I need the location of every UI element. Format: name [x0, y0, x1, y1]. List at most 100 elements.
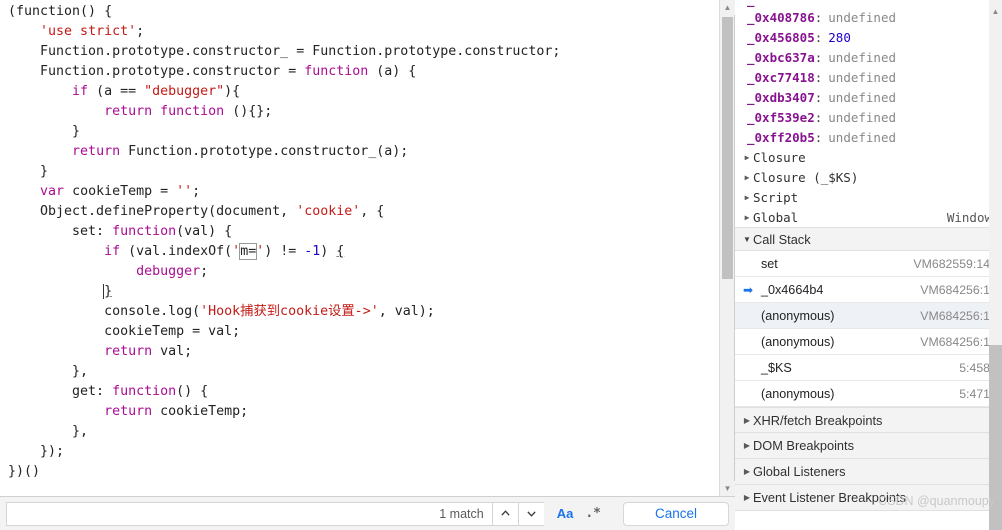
scroll-up-arrow-icon[interactable]: ▲: [720, 0, 735, 15]
code-token: ;: [136, 24, 145, 39]
code-token: },: [8, 424, 89, 439]
code-token: console.log(: [8, 304, 201, 319]
code-token: function: [160, 104, 225, 119]
code-token: get:: [8, 384, 113, 399]
code-line: console.log('Hook捕获到cookie设置->', val);: [8, 302, 734, 322]
scope-variable-colon: :: [814, 49, 823, 65]
triangle-right-icon[interactable]: ▶: [741, 193, 753, 202]
code-token: (){};: [224, 104, 273, 119]
cancel-button[interactable]: Cancel: [623, 501, 729, 526]
triangle-right-icon[interactable]: ▶: [741, 416, 753, 425]
sidebar-scroll-thumb[interactable]: [989, 345, 1002, 530]
sidebar-scroll-up-arrow-icon[interactable]: ▲: [989, 0, 1002, 22]
triangle-right-icon[interactable]: ▶: [741, 153, 753, 162]
call-stack-function-name: (anonymous): [761, 308, 835, 323]
code-line: return val;: [8, 342, 734, 362]
scope-variable-name: _0x456805: [747, 29, 815, 45]
search-match-highlight: m=: [239, 243, 258, 260]
call-stack-frame[interactable]: set VM682559:14: [735, 251, 1002, 277]
code-token: function: [304, 64, 369, 79]
code-token: return: [72, 144, 121, 159]
code-line: if (val.indexOf('m=') != -1) {: [8, 242, 734, 262]
scope-group-row[interactable]: ▶ Global Window: [735, 207, 1002, 227]
code-token: if: [104, 244, 121, 259]
scope-group-label: Global: [753, 209, 799, 225]
breakpoint-section-label: XHR/fetch Breakpoints: [753, 412, 883, 428]
code-token: () {: [176, 384, 209, 399]
code-line: return cookieTemp;: [8, 402, 734, 422]
source-editor-pane: (function() { 'use strict'; Function.pro…: [0, 0, 735, 530]
search-next-button[interactable]: [517, 501, 544, 526]
match-case-toggle[interactable]: Aa: [557, 506, 574, 521]
scope-group-row[interactable]: ▶ Closure: [735, 147, 1002, 167]
scope-variable-row[interactable]: _0x456805:280: [735, 27, 1002, 47]
scope-variable-row[interactable]: _0xc77418: undefined: [735, 67, 1002, 87]
breakpoint-section-header[interactable]: ▶ XHR/fetch Breakpoints: [735, 407, 1002, 433]
code-token: }: [8, 124, 81, 139]
code-token: return: [104, 404, 153, 419]
triangle-right-icon[interactable]: ▶: [741, 493, 753, 502]
code-token: ': [232, 244, 241, 259]
scope-variable-row[interactable]: _0x408786: undefined: [735, 7, 1002, 27]
source-code-viewer[interactable]: (function() { 'use strict'; Function.pro…: [0, 0, 734, 530]
code-token: })(): [8, 464, 41, 479]
scope-variable-row[interactable]: _0xbc637a: undefined: [735, 47, 1002, 67]
code-token: ;: [200, 264, 209, 279]
triangle-right-icon[interactable]: ▶: [741, 441, 753, 450]
code-token: var: [40, 184, 65, 199]
code-cursor-token: }: [103, 284, 113, 299]
scope-variable-colon: :: [814, 89, 823, 105]
scope-variable-row[interactable]: _0xf539e2: undefined: [735, 107, 1002, 127]
editor-vertical-scrollbar[interactable]: ▲ ▼: [719, 0, 735, 496]
triangle-right-icon[interactable]: ▶: [741, 213, 753, 222]
search-input[interactable]: [6, 501, 436, 526]
breakpoint-section-label: Event Listener Breakpoints: [753, 490, 906, 505]
call-stack-frame[interactable]: (anonymous) VM684256:1: [735, 329, 1002, 355]
editor-scroll-thumb[interactable]: [722, 17, 733, 279]
scope-group-row[interactable]: ▶ Closure (_$KS): [735, 167, 1002, 187]
scope-variable-row[interactable]: _0xdb3407: undefined: [735, 87, 1002, 107]
scope-variable-name: _0xc77418: [747, 69, 815, 85]
code-token: function: [112, 384, 177, 399]
scope-variable-row[interactable]: _0xff20b5: undefined: [735, 127, 1002, 147]
code-token: 'cookie': [296, 204, 361, 219]
scope-variable-value: undefined: [828, 129, 896, 145]
code-token: "debugger": [144, 84, 225, 99]
call-stack-frame[interactable]: _$KS 5:458: [735, 355, 1002, 381]
call-stack-title: Call Stack: [753, 231, 811, 247]
find-bar: 1 match Aa .* Cancel: [0, 496, 735, 530]
search-prev-button[interactable]: [491, 501, 518, 526]
call-stack-section-header[interactable]: ▼ Call Stack: [735, 227, 1002, 251]
scope-group-row[interactable]: ▶ Script: [735, 187, 1002, 207]
code-line: get: function() {: [8, 382, 734, 402]
code-line: return function (){};: [8, 102, 734, 122]
scope-variable-name: _0xbc637a: [747, 49, 815, 65]
code-line: Function.prototype.constructor_ = Functi…: [8, 42, 734, 62]
scope-variable-colon: :: [814, 9, 823, 25]
triangle-right-icon[interactable]: ▶: [741, 467, 753, 476]
call-stack-frame[interactable]: (anonymous) 5:471: [735, 381, 1002, 407]
breakpoint-section-header[interactable]: ▶ Event Listener Breakpoints: [735, 485, 1002, 511]
code-token: return: [104, 344, 153, 359]
scope-group-list: ▶ Closure ▶ Closure (_$KS) ▶ Script ▶ Global Win…: [735, 147, 1002, 227]
code-line: if (a == "debugger"){: [8, 82, 734, 102]
call-stack-frame[interactable]: (anonymous) VM684256:1: [735, 303, 1002, 329]
scroll-down-arrow-icon[interactable]: ▼: [720, 481, 735, 496]
triangle-right-icon[interactable]: ▶: [741, 173, 753, 182]
call-stack-frame[interactable]: ➡ _0x4664b4 VM684256:1: [735, 277, 1002, 303]
call-stack-function-name: (anonymous): [761, 386, 835, 401]
current-frame-arrow-icon: ➡: [743, 282, 754, 297]
code-token: -1: [304, 244, 321, 259]
breakpoint-section-header[interactable]: ▶ Global Listeners: [735, 459, 1002, 485]
regex-toggle[interactable]: .*: [585, 506, 601, 521]
scope-variable-name: _0x408786: [747, 9, 815, 25]
code-token: Function.prototype.constructor =: [8, 64, 305, 79]
breakpoint-section-label: Global Listeners: [753, 464, 846, 479]
breakpoint-section-header[interactable]: ▶ DOM Breakpoints: [735, 433, 1002, 459]
code-line: set: function(val) {: [8, 222, 734, 242]
